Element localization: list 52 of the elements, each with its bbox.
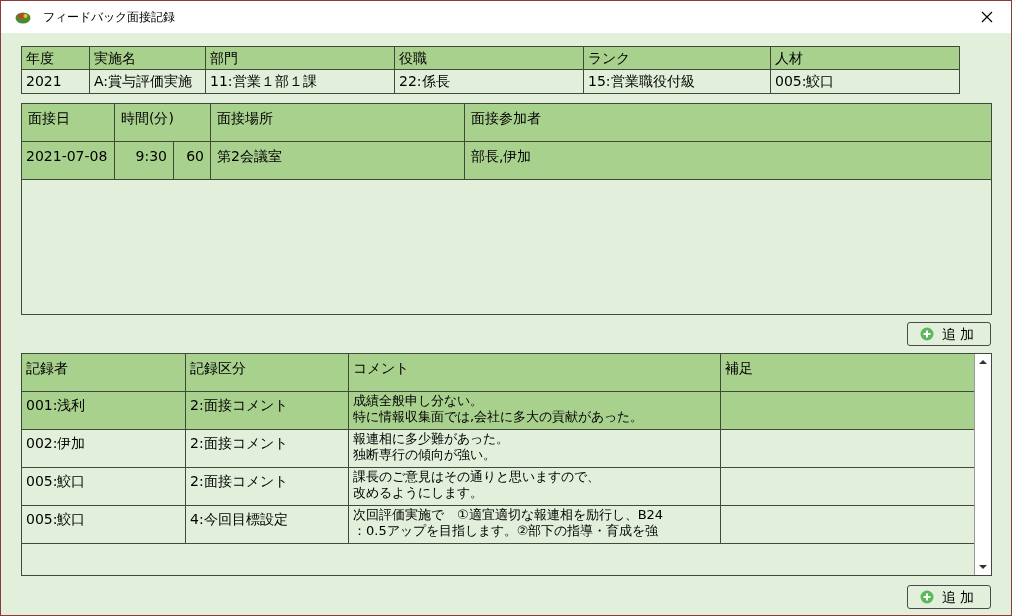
close-icon[interactable] [981,11,993,23]
column-header: ランク [583,46,771,70]
table-cell: A:賞与評価実施 [89,69,206,94]
column-header: 補足 [720,354,975,392]
table-cell: 002:伊加 [22,429,186,468]
comment-line: 課長のご意見はその通りと思いますので、 [353,469,600,484]
add-button[interactable]: 追 加 [907,585,991,609]
table-cell: 2021 [21,69,90,94]
column-header: 実施名 [89,46,206,70]
record-row[interactable]: 005:鮫口 2:面接コメント 課長のご意見はその通りと思いますので、 改めるようにします。 [22,467,975,506]
record-row[interactable]: 005:鮫口 4:今回目標設定 次回評価実施で ①適宜適切な報連相を励行し、B24 ：0.5アップを目指します。②部下の指導・育成を強 [22,505,975,544]
record-row[interactable]: 001:浅利 2:面接コメント 成績全般申し分ない。 特に情報収集面では,会社に多大の貢献があった。 [22,391,975,430]
comment-line: 独断専行の傾向が強い。 [353,447,496,462]
column-header: 記録者 [22,354,186,392]
column-header: 部門 [205,46,395,70]
column-header: コメント [348,354,721,392]
comment-line: 特に情報収集面では,会社に多大の貢献があった。 [353,409,644,424]
table-cell: 22:係長 [394,69,584,94]
table-cell: 11:営業１部１課 [205,69,395,94]
table-cell: 2:面接コメント [185,391,349,430]
table-cell: 005:鮫口 [22,467,186,506]
comment-line: 成績全般申し分ない。 [353,393,483,408]
plus-circle-icon [920,590,934,604]
table-cell: 005:鮫口 [22,505,186,544]
column-header: 面接参加者 [464,104,991,142]
comment-line: 改めるようにします。 [353,485,483,500]
table-cell: 005:鮫口 [770,69,960,94]
table-cell: 4:今回目標設定 [185,505,349,544]
comment-line: ：0.5アップを目指します。②部下の指導・育成を強 [353,523,659,538]
column-header: 時間(分) [114,104,211,142]
add-button[interactable]: 追 加 [907,322,991,346]
plus-circle-icon [920,327,934,341]
table-cell: 2:面接コメント [185,467,349,506]
column-header: 人材 [770,46,960,70]
record-row[interactable]: 002:伊加 2:面接コメント 報連相に多少難があった。 独断専行の傾向が強い。 [22,429,975,468]
window-title: フィードバック面接記録 [43,9,176,26]
table-cell: 第2会議室 [210,141,465,180]
table-cell: 15:営業職役付級 [583,69,771,94]
table-cell: 60 [173,141,211,180]
comment-line: 報連相に多少難があった。 [353,431,509,446]
scrollbar[interactable] [974,354,991,575]
column-header: 役職 [394,46,584,70]
table-cell: 2:面接コメント [185,429,349,468]
table-cell: 9:30 [114,141,174,180]
table-cell: 2021-07-08 [22,141,115,180]
table-cell: 001:浅利 [22,391,186,430]
column-header: 面接日 [22,104,115,142]
column-header: 面接場所 [210,104,465,142]
app-icon [15,10,31,24]
column-header: 年度 [21,46,90,70]
column-header: 記録区分 [185,354,349,392]
comment-line: 次回評価実施で ①適宜適切な報連相を励行し、B24 [353,507,664,522]
